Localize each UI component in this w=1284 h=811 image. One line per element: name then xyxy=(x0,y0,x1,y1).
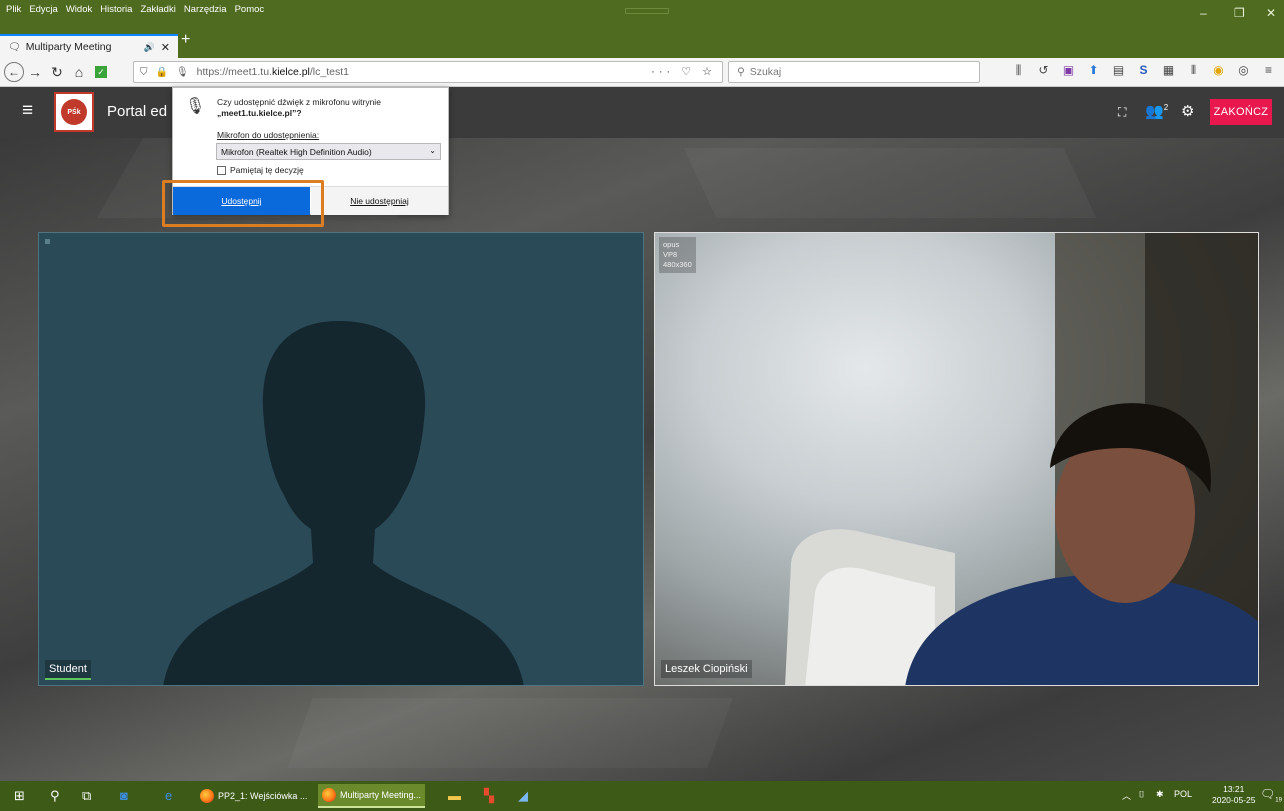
mic-selected-value: Mikrofon (Realtek High Definition Audio) xyxy=(221,147,372,157)
participant-name-student: Student xyxy=(45,660,91,680)
settings-gear-icon[interactable]: ⚙ xyxy=(1181,102,1194,120)
chevron-up-icon[interactable]: ︿ xyxy=(1122,789,1131,802)
file-explorer-icon[interactable]: ▬ xyxy=(448,788,461,803)
home-button[interactable]: ⌂ xyxy=(68,61,90,83)
outlook-icon[interactable]: ◙ xyxy=(120,788,128,803)
permission-question: Czy udostępnić dźwięk z mikrofonu witryn… xyxy=(217,97,381,118)
menu-history[interactable]: Historia xyxy=(100,4,132,15)
shield-icon[interactable]: ⛉ xyxy=(140,67,148,78)
notification-count: 19 xyxy=(1275,797,1282,804)
history-sync-icon[interactable]: ↺ xyxy=(1035,63,1052,78)
participant-name-leszek: Leszek Ciopiński xyxy=(661,660,752,678)
page-actions[interactable]: ··· ♡ ☆ xyxy=(651,65,716,78)
tab-title: Multiparty Meeting xyxy=(25,41,112,53)
portal-title: Portal ed xyxy=(107,103,168,120)
chevron-down-icon: ⌄ xyxy=(429,146,436,155)
menu-view[interactable]: Widok xyxy=(66,4,92,15)
close-window-icon[interactable]: ✕ xyxy=(1266,6,1276,20)
video-codec: VP8 xyxy=(663,250,678,259)
library-icon[interactable]: ⫼ xyxy=(1010,63,1027,78)
extension-arrow-icon[interactable]: ⬆ xyxy=(1085,63,1102,78)
back-button[interactable]: ← xyxy=(4,62,24,82)
notification-center-icon[interactable]: 🗨19 xyxy=(1260,787,1282,803)
hamburger-menu-icon[interactable]: ≡ xyxy=(22,100,33,122)
nav-bar: ← → ↻ ⌂ ✓ ⛉ 🔒 🎙 https://meet1.tu.kielce.… xyxy=(0,58,1284,87)
deny-button[interactable]: Nie udostępniaj xyxy=(311,187,448,215)
clock-date: 2020-05-25 xyxy=(1212,795,1256,805)
reader-icon[interactable]: ▤ xyxy=(1110,63,1127,78)
new-tab-icon[interactable]: + xyxy=(181,31,190,49)
search-icon[interactable]: ⚲ xyxy=(50,788,60,804)
menu-file[interactable]: Plik xyxy=(6,4,21,15)
speaker-icon[interactable]: 🔊 xyxy=(144,42,155,53)
search-input[interactable]: ⚲ Szukaj xyxy=(728,61,980,83)
video-tile-leszek[interactable]: opus VP8 480x360 Leszek Ciopiński xyxy=(654,232,1259,686)
url-bar[interactable]: ⛉ 🔒 🎙 https://meet1.tu.kielce.pl/lc_test… xyxy=(133,61,723,83)
mic-select-label: Mikrofon do udostępnienia: xyxy=(217,130,320,140)
grid-extension-icon[interactable]: ▦ xyxy=(1160,63,1177,78)
account-icon[interactable]: ◎ xyxy=(1235,63,1252,78)
lock-icon[interactable]: 🔒 xyxy=(156,67,168,78)
taskbar-app-firefox-1[interactable]: PP2_1: Wejściówka ... xyxy=(196,784,311,808)
toolbar-icons: ⫼ ↺ ▣ ⬆ ▤ S ▦ ⦀ ◉ ◎ ≡ xyxy=(1010,63,1277,78)
university-logo: PŚk xyxy=(54,92,94,132)
language-indicator[interactable]: POL xyxy=(1174,789,1192,799)
s-extension-icon[interactable]: S xyxy=(1135,63,1152,78)
stream-stats: opus VP8 480x360 xyxy=(659,237,696,273)
participants-icon[interactable]: 👥2 xyxy=(1145,102,1168,120)
menu-bookmarks[interactable]: Zakładki xyxy=(140,4,175,15)
title-drag-grip xyxy=(625,8,669,14)
store-icon[interactable]: ▚ xyxy=(484,788,494,804)
url-text: https://meet1.tu.kielce.pl/lc_test1 xyxy=(196,66,349,78)
restore-icon[interactable]: ❐ xyxy=(1234,6,1245,20)
menu-help[interactable]: Pomoc xyxy=(235,4,265,15)
taskbar-app-firefox-2[interactable]: Multiparty Meeting... xyxy=(318,784,426,808)
menu-tools[interactable]: Narzędzia xyxy=(184,4,227,15)
search-placeholder: Szukaj xyxy=(749,66,782,78)
remember-decision-checkbox[interactable]: Pamiętaj tę decyzję xyxy=(217,165,304,175)
search-extension-icon[interactable]: ◉ xyxy=(1210,63,1227,78)
edge-icon[interactable]: e xyxy=(165,788,172,803)
video-tile-student[interactable]: Student xyxy=(38,232,644,686)
menu-edit[interactable]: Edycja xyxy=(29,4,58,15)
bars-extension-icon[interactable]: ⦀ xyxy=(1185,63,1202,78)
taskbar-app-label: PP2_1: Wejściówka ... xyxy=(218,791,308,801)
notes-app-icon[interactable]: ◢ xyxy=(518,788,528,804)
forward-button[interactable]: → xyxy=(24,61,46,83)
audio-codec: opus xyxy=(663,240,680,249)
microphone-icon: 🎙 xyxy=(185,98,206,115)
reload-button[interactable]: ↻ xyxy=(46,61,68,83)
windows-start-icon[interactable]: ⊞ xyxy=(14,788,25,804)
onenote-icon[interactable]: ▣ xyxy=(1060,63,1077,78)
microphone-permission-icon[interactable]: 🎙 xyxy=(176,67,189,78)
remember-label: Pamiętaj tę decyzję xyxy=(230,165,304,175)
clock[interactable]: 13:21 2020-05-25 xyxy=(1212,784,1255,806)
close-tab-icon[interactable]: ✕ xyxy=(161,41,170,54)
end-meeting-button[interactable]: ZAKOŃCZ xyxy=(1210,99,1272,125)
task-view-icon[interactable]: ⧉ xyxy=(82,788,91,804)
tab-multiparty-meeting[interactable]: 🗨 Multiparty Meeting 🔊 ✕ xyxy=(0,34,178,58)
extension-check-icon[interactable]: ✓ xyxy=(90,61,112,83)
avatar-silhouette-icon xyxy=(163,321,524,685)
network-icon[interactable]: ⌷ xyxy=(1139,789,1144,800)
participants-count: 2 xyxy=(1163,103,1169,112)
minimize-icon[interactable]: – xyxy=(1200,6,1207,20)
mic-select-dropdown[interactable]: Mikrofon (Realtek High Definition Audio)… xyxy=(216,143,441,160)
windows-taskbar: ⊞ ⚲ ⧉ ◙ e PP2_1: Wejściówka ... Multipar… xyxy=(0,781,1284,811)
checkbox-box[interactable] xyxy=(217,165,226,175)
bluetooth-icon[interactable]: ✱ xyxy=(1156,789,1164,800)
search-icon: ⚲ xyxy=(737,66,745,78)
fullscreen-icon[interactable]: ⛶ xyxy=(1118,105,1126,120)
firefox-icon xyxy=(322,788,336,802)
webcam-feed-image xyxy=(785,233,1258,685)
firefox-icon xyxy=(200,789,214,803)
tab-strip: 🗨 Multiparty Meeting 🔊 ✕ + xyxy=(0,30,1284,58)
menu-hamburger-icon[interactable]: ≡ xyxy=(1260,63,1277,78)
highlight-annotation xyxy=(162,180,324,227)
clock-time: 13:21 xyxy=(1223,784,1245,794)
taskbar-app-label: Multiparty Meeting... xyxy=(340,790,422,800)
menu-bar: Plik Edycja Widok Historia Zakładki Narz… xyxy=(0,0,1284,30)
resolution: 480x360 xyxy=(663,260,692,269)
meeting-favicon-icon: 🗨 xyxy=(8,41,21,53)
